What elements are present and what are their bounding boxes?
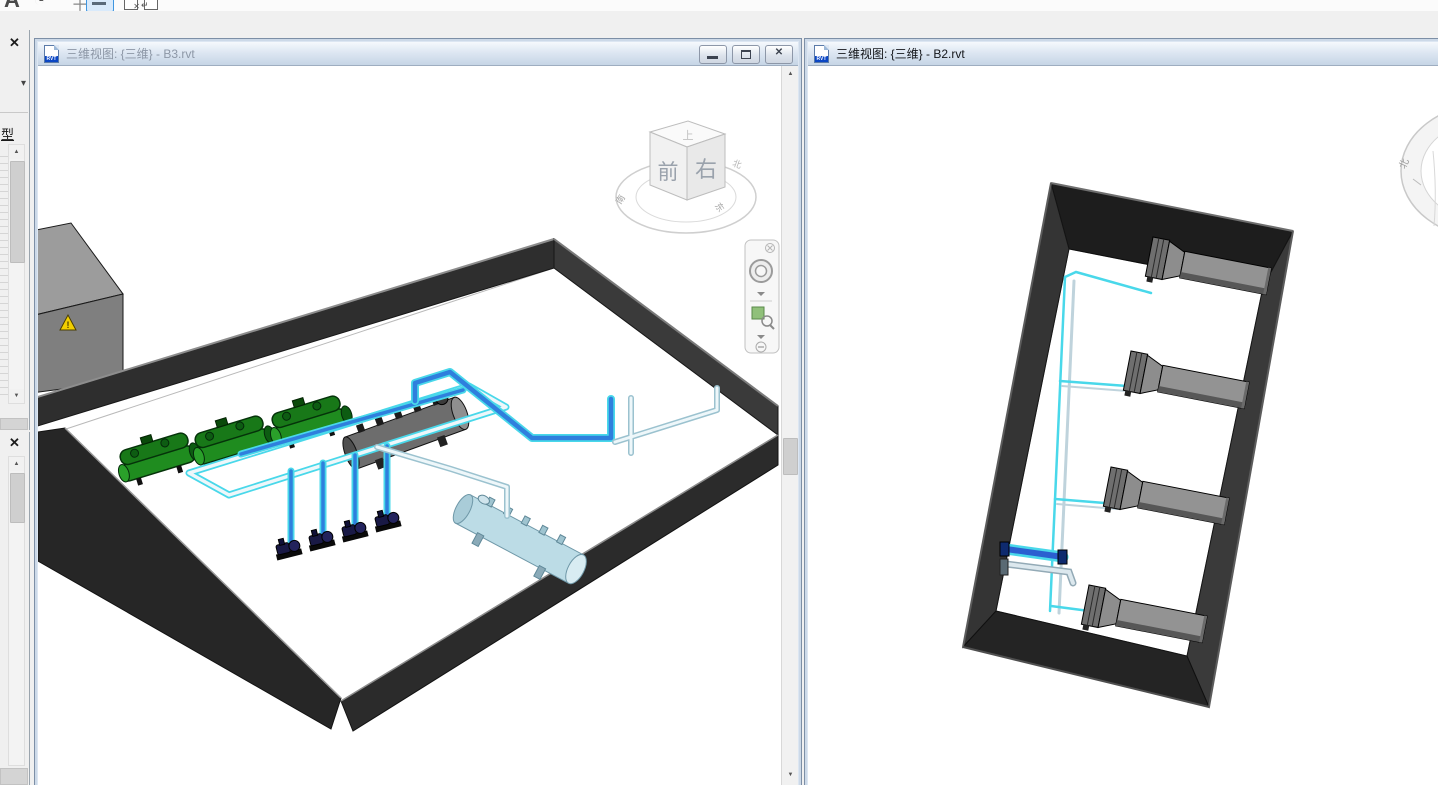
room-walls [38, 239, 778, 731]
scroll-up-icon[interactable]: ▲ [783, 67, 798, 81]
properties-scrollbar[interactable]: ▲ ▼ [8, 144, 25, 404]
window-titlebar[interactable]: RVT 三维视图: {三维} - B3.rvt [38, 42, 798, 66]
revit-workspace: A ◔ ＋ ✕ ↵ ✕ ▾ 型 ▲ ▼ ✕ ▲ RVT [0, 0, 1438, 785]
browser-scrollbar[interactable]: ▲ [8, 456, 25, 766]
massing-box [38, 223, 123, 393]
svg-text:!: ! [67, 320, 70, 330]
viewcube-top-face: 上 [683, 129, 694, 142]
rvt-file-icon: RVT [814, 45, 829, 63]
window-title: 三维视图: {三维} - B2.rvt [836, 45, 965, 62]
viewcube-compass-partial[interactable]: 北 [1397, 103, 1438, 239]
view-window-b2: RVT 三维视图: {三维} - B2.rvt [804, 38, 1438, 785]
compass-north-label: 北 [731, 158, 743, 170]
text-tool-icon[interactable]: A [4, 0, 20, 11]
fan-room-scene: 北 [808, 66, 1438, 785]
rvt-file-icon: RVT [44, 45, 59, 63]
delete-box-tool-icon[interactable]: ✕ [124, 0, 138, 10]
scroll-up-icon[interactable]: ▲ [9, 457, 24, 471]
compass-south-label: 南 [613, 192, 627, 205]
viewcube[interactable]: 南 东 北 前 右 上 [613, 121, 756, 233]
plant-room-scene: ! [38, 66, 781, 785]
sync-tool-icon[interactable]: ◔ [34, 0, 45, 11]
viewcube-right-face: 右 [695, 157, 717, 182]
close-button[interactable]: ✕ [765, 45, 793, 64]
navigation-bar[interactable] [745, 240, 779, 353]
scrollbar-corner [0, 768, 28, 785]
scrollbar-thumb[interactable] [10, 473, 25, 523]
paste-tool-icon[interactable]: ↵ [144, 0, 158, 10]
project-browser-edge: ✕ ▲ [0, 432, 30, 785]
scrollbar-thumb[interactable] [783, 438, 798, 475]
divider [0, 112, 28, 113]
scroll-down-icon[interactable]: ▼ [783, 768, 798, 782]
scrollbar-corner [0, 418, 28, 430]
edit-type-link[interactable]: 型 [1, 124, 14, 143]
minimize-button[interactable] [699, 45, 727, 64]
3d-view-canvas-b3[interactable]: ! [38, 66, 781, 785]
view-window-b3: RVT 三维视图: {三维} - B3.rvt ✕ [34, 38, 802, 785]
ribbon-toolbar-fragment: A ◔ ＋ ✕ ↵ [0, 0, 1438, 11]
measure-tool-selected-icon[interactable] [86, 0, 114, 11]
window-controls: ✕ [699, 45, 793, 64]
window-titlebar[interactable]: RVT 三维视图: {三维} - B2.rvt [808, 42, 1438, 66]
scroll-up-icon[interactable]: ▲ [9, 145, 24, 159]
viewcube-front-face: 前 [658, 161, 679, 184]
scrollbar-thumb[interactable] [10, 161, 25, 263]
view-vertical-scrollbar[interactable]: ▲ ▼ [781, 66, 798, 785]
chevron-down-icon[interactable]: ▾ [21, 78, 26, 89]
properties-palette-edge: ✕ ▾ 型 ▲ ▼ [0, 30, 30, 430]
compass-east-label: 东 [713, 200, 727, 214]
restore-button[interactable] [732, 45, 760, 64]
3d-view-canvas-b2[interactable]: 北 [808, 66, 1438, 785]
close-icon[interactable]: ✕ [9, 36, 20, 50]
window-title: 三维视图: {三维} - B3.rvt [66, 45, 195, 62]
property-rows-fragment [0, 150, 8, 395]
scroll-down-icon[interactable]: ▼ [9, 389, 24, 403]
close-icon[interactable]: ✕ [9, 436, 20, 450]
